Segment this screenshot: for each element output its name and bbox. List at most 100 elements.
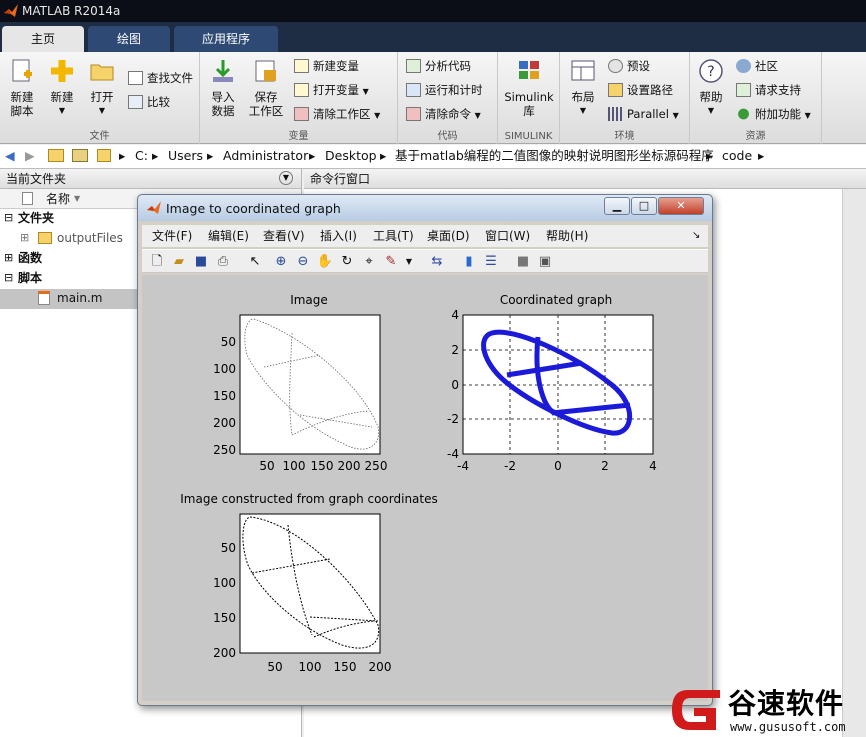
y-tick-label: 0: [451, 378, 459, 392]
tab-apps[interactable]: 应用程序: [174, 26, 278, 52]
x-tick-label: 100: [299, 660, 322, 674]
menu-window[interactable]: 窗口(W): [485, 225, 530, 247]
x-tick-label: 200: [369, 660, 392, 674]
breadcrumb-c[interactable]: C:: [135, 145, 148, 167]
analyze-code-button[interactable]: 分析代码: [406, 56, 471, 76]
rotate-3d-icon[interactable]: ↻: [338, 253, 356, 271]
brush-icon[interactable]: ✎: [382, 253, 400, 271]
window-title: MATLAB R2014a: [22, 4, 121, 18]
save-workspace-icon: [255, 60, 276, 82]
open-variable-label: 打开变量: [313, 83, 359, 97]
expand-icon[interactable]: ⊞: [4, 249, 13, 267]
ribbon: 新建 脚本 新建 ▼ 打开 ▼ 查找文件 比较 文件 导入 数据 保存 工作区 …: [0, 52, 866, 144]
import-data-button[interactable]: 导入 数据: [206, 58, 240, 118]
run-and-time-button[interactable]: 运行和计时: [406, 80, 483, 100]
new-variable-icon: [294, 59, 309, 73]
pan-icon[interactable]: ✋: [316, 253, 334, 271]
breadcrumb-code[interactable]: code: [722, 145, 752, 167]
collapse-icon[interactable]: ⊟: [4, 209, 13, 227]
up-folder-icon[interactable]: [48, 149, 64, 162]
request-support-button[interactable]: 请求支持: [736, 80, 801, 100]
community-button[interactable]: 社区: [736, 56, 778, 76]
data-cursor-icon[interactable]: ⌖: [360, 253, 378, 271]
tab-home[interactable]: 主页: [2, 26, 84, 52]
menu-view[interactable]: 查看(V): [263, 225, 305, 247]
menu-insert[interactable]: 插入(I): [320, 225, 357, 247]
breadcrumb-users[interactable]: Users: [168, 145, 203, 167]
y-tick-label: 4: [451, 308, 459, 322]
new-button[interactable]: 新建 ▼: [44, 58, 80, 118]
preferences-button[interactable]: 预设: [608, 56, 650, 76]
y-tick-label: -2: [447, 412, 459, 426]
y-tick-label: 150: [213, 611, 236, 625]
figure-titlebar: Image to coordinated graph ▁ □ ✕: [138, 195, 712, 221]
save-workspace-button[interactable]: 保存 工作区: [246, 58, 286, 118]
breadcrumb-separator: ▸: [152, 148, 159, 163]
forward-arrow-icon[interactable]: ▶: [25, 145, 35, 167]
clear-commands-icon: [406, 107, 421, 121]
breadcrumb-project-folder[interactable]: 基于matlab编程的二值图像的映射说明图形坐标源码程序: [395, 145, 714, 167]
menu-help[interactable]: 帮助(H): [546, 225, 588, 247]
open-variable-button[interactable]: 打开变量 ▼: [294, 80, 369, 100]
menu-tools[interactable]: 工具(T): [373, 225, 414, 247]
matlab-logo-icon: [4, 4, 18, 17]
zoom-out-icon[interactable]: ⊖: [294, 253, 312, 271]
tab-plots[interactable]: 绘图: [88, 26, 170, 52]
minimize-button[interactable]: ▁: [604, 197, 630, 215]
simulink-library-button[interactable]: Simulink 库: [502, 58, 556, 118]
section-label-variable: 变量: [288, 131, 309, 142]
menu-edit[interactable]: 编辑(E): [208, 225, 249, 247]
new-variable-button[interactable]: 新建变量: [294, 56, 359, 76]
legend-icon[interactable]: ☰: [482, 253, 500, 271]
add-ons-button[interactable]: 附加功能 ▼: [736, 104, 811, 124]
maximize-button[interactable]: □: [631, 197, 657, 215]
save-icon[interactable]: ■: [192, 253, 210, 271]
clear-commands-button[interactable]: 清除命令 ▼: [406, 104, 481, 124]
close-button[interactable]: ✕: [658, 197, 704, 215]
open-file-icon[interactable]: ▰: [170, 253, 188, 271]
breadcrumb-desktop[interactable]: Desktop: [325, 145, 377, 167]
colorbar-icon[interactable]: ▮: [460, 253, 478, 271]
hide-plot-tools-icon[interactable]: ■: [514, 253, 532, 271]
group-label: 文件夹: [18, 211, 55, 225]
collapse-icon[interactable]: ⊟: [4, 269, 13, 287]
new-script-button[interactable]: 新建 脚本: [4, 58, 40, 118]
expand-icon[interactable]: ⊞: [20, 229, 29, 247]
find-files-button[interactable]: 查找文件: [128, 68, 193, 88]
pane-menu-icon[interactable]: ▼: [279, 171, 293, 185]
parallel-button[interactable]: Parallel ▼: [608, 104, 679, 124]
gear-icon: [608, 59, 623, 73]
dock-arrow-icon[interactable]: ↘: [692, 225, 700, 247]
chevron-down-icon: ▼: [374, 111, 381, 120]
layout-button[interactable]: 布局 ▼: [566, 58, 600, 118]
pointer-icon[interactable]: ↖: [246, 253, 264, 271]
command-window-title: 命令行窗口: [310, 172, 371, 186]
breadcrumb-administrator[interactable]: Administrator: [223, 145, 308, 167]
print-icon[interactable]: ⎙: [214, 253, 232, 271]
link-plot-icon[interactable]: ⇆: [428, 253, 446, 271]
open-variable-icon: [294, 83, 309, 97]
subplot-title-reconstructed: Image constructed from graph coordinates: [180, 492, 438, 506]
browse-folder-icon[interactable]: [72, 149, 88, 162]
x-tick-label: 100: [283, 459, 306, 473]
set-path-button[interactable]: 设置路径: [608, 80, 673, 100]
menu-desktop[interactable]: 桌面(D): [427, 225, 470, 247]
open-label: 打开: [90, 90, 114, 104]
figure-menubar: 文件(F) 编辑(E) 查看(V) 插入(I) 工具(T) 桌面(D) 窗口(W…: [142, 225, 708, 247]
command-window-scrollbar[interactable]: [842, 189, 866, 737]
menu-file[interactable]: 文件(F): [152, 225, 192, 247]
clear-workspace-button[interactable]: 清除工作区 ▼: [294, 104, 380, 124]
compare-button[interactable]: 比较: [128, 92, 170, 112]
new-figure-icon[interactable]: 🗋: [148, 253, 166, 271]
show-plot-tools-icon[interactable]: ▣: [536, 253, 554, 271]
zoom-in-icon[interactable]: ⊕: [272, 253, 290, 271]
back-arrow-icon[interactable]: ◀: [5, 145, 15, 167]
run-and-time-label: 运行和计时: [425, 83, 483, 97]
find-files-icon: [128, 71, 143, 85]
help-button[interactable]: ? 帮助 ▼: [696, 58, 726, 118]
chevron-down-icon[interactable]: ▼: [400, 253, 418, 271]
x-tick-label: 50: [267, 660, 282, 674]
current-folder-title: 当前文件夹: [6, 172, 67, 186]
analyze-code-icon: [406, 59, 421, 73]
open-button[interactable]: 打开 ▼: [84, 58, 120, 118]
